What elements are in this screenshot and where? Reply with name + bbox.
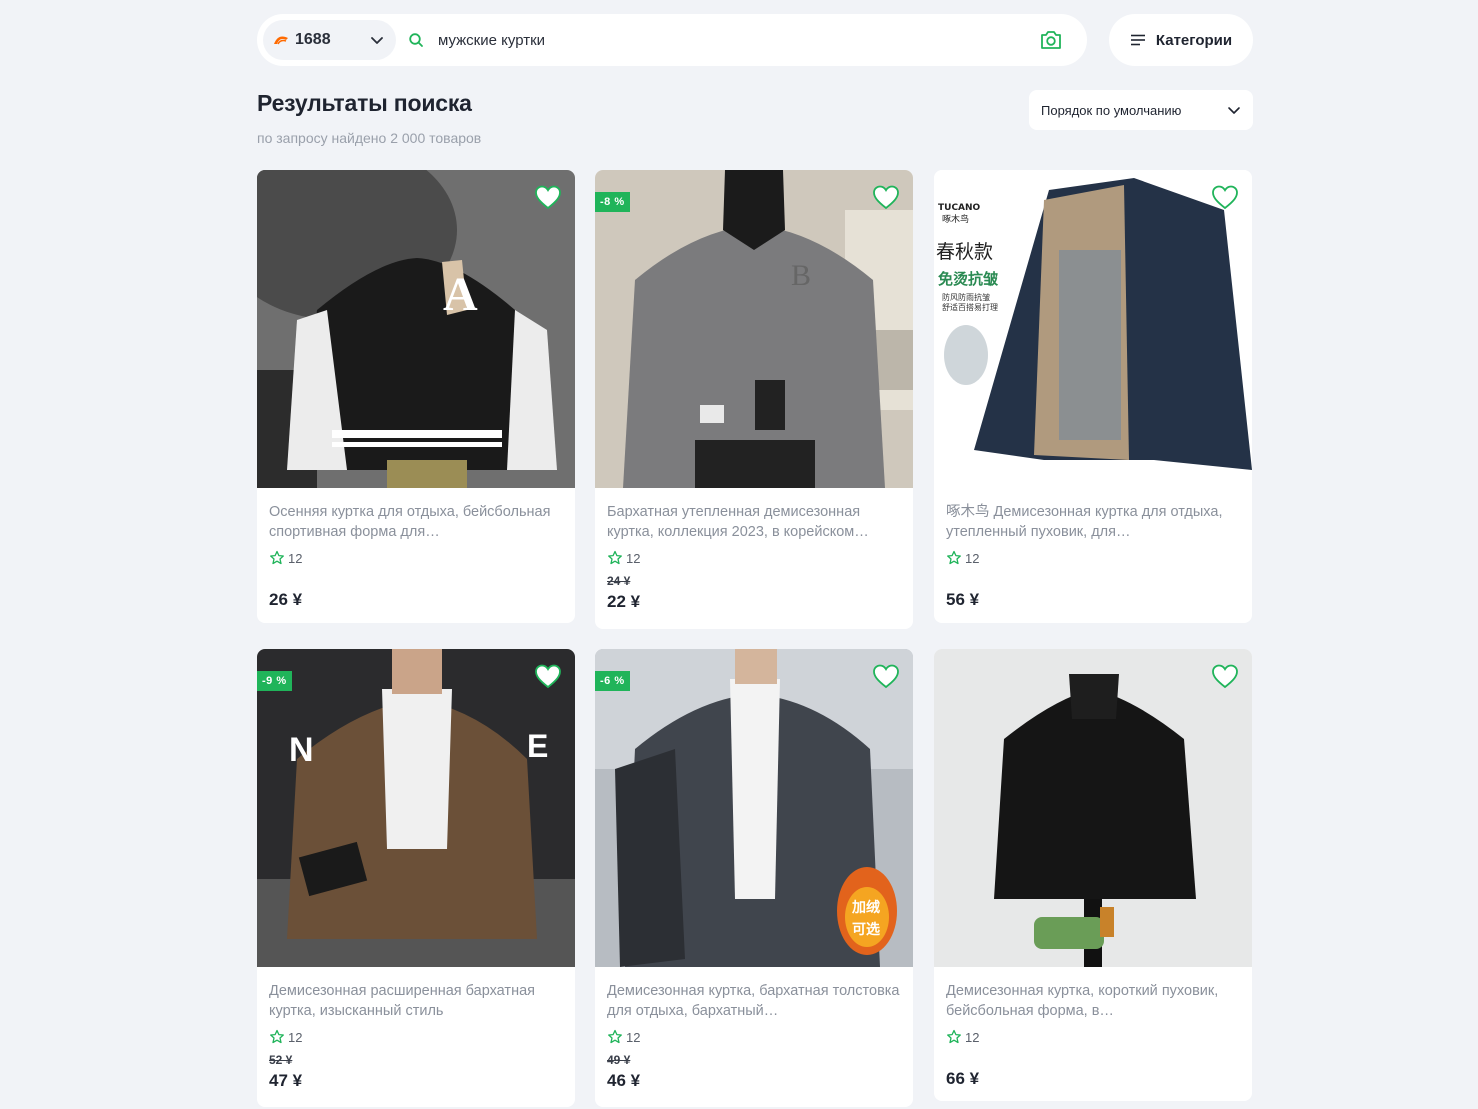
- product-card[interactable]: 加绒 可选 -6 % Демисезонная куртка, бархатна…: [595, 649, 913, 1107]
- product-photo: A: [257, 170, 575, 488]
- svg-text:B: B: [791, 259, 811, 292]
- product-rating: 12: [946, 550, 1240, 566]
- page-title: Результаты поиска: [257, 90, 472, 116]
- product-title: Бархатная утепленная демисезонная куртка…: [607, 504, 869, 540]
- star-icon: [608, 550, 622, 565]
- image-text-line5: 防风防雨抗皱: [942, 292, 990, 302]
- discount-badge: -9 %: [257, 671, 292, 691]
- heart-icon[interactable]: [1210, 182, 1240, 212]
- rating-value: 12: [965, 1029, 980, 1045]
- brand-text: TUCANO: [938, 203, 981, 213]
- image-text-line1: 春秋款: [936, 241, 993, 263]
- product-image: N E -9 %: [257, 649, 575, 967]
- product-card[interactable]: A Осенняя куртка для отдыха, бейсбольная…: [257, 170, 575, 623]
- svg-text:A: A: [443, 268, 478, 321]
- product-rating: 12: [607, 550, 901, 566]
- rating-value: 12: [965, 550, 980, 566]
- product-title: Демисезонная расширенная бархатная куртк…: [269, 983, 535, 1019]
- star-icon: [270, 1029, 284, 1044]
- product-photo: 加绒 可选: [595, 649, 913, 967]
- heart-icon[interactable]: [1210, 661, 1240, 691]
- categories-label: Категории: [1155, 31, 1233, 49]
- product-title: Демисезонная куртка, короткий пуховик, б…: [946, 983, 1219, 1019]
- image-badge-bottom: 可选: [852, 921, 880, 938]
- product-card[interactable]: TUCANO 啄木鸟 春秋款 免烫抗皱 防风防雨抗皱 舒适百搭易打理 啄木鸟 Д…: [934, 170, 1252, 623]
- product-photo: B: [595, 170, 913, 488]
- product-title: Осенняя куртка для отдыха, бейсбольная с…: [269, 504, 551, 540]
- product-rating: 12: [946, 1029, 1240, 1045]
- search-bar: 1688: [257, 14, 1087, 66]
- old-price: 49 ¥: [607, 1053, 631, 1067]
- product-image: [934, 649, 1252, 967]
- old-price: 52 ¥: [269, 1053, 293, 1067]
- image-text-line6: 舒适百搭易打理: [942, 302, 998, 312]
- image-search-button[interactable]: [1031, 20, 1071, 60]
- product-title: Демисезонная куртка, бархатная толстовка…: [607, 983, 900, 1019]
- product-price: 66 ¥: [946, 1069, 980, 1088]
- sort-label: Порядок по умолчанию: [1041, 102, 1182, 118]
- star-icon: [608, 1029, 622, 1044]
- product-image: A: [257, 170, 575, 488]
- alibaba-logo-icon: [274, 36, 288, 45]
- rating-value: 12: [288, 550, 303, 566]
- product-image: TUCANO 啄木鸟 春秋款 免烫抗皱 防风防雨抗皱 舒适百搭易打理: [934, 170, 1252, 488]
- search-input[interactable]: [438, 31, 1031, 49]
- product-image: B -8 %: [595, 170, 913, 488]
- product-price: 26 ¥: [269, 590, 303, 609]
- star-icon: [270, 550, 284, 565]
- product-price: 22 ¥: [607, 592, 641, 611]
- image-letter-left: N: [289, 731, 314, 769]
- rating-value: 12: [626, 550, 641, 566]
- rating-value: 12: [626, 1029, 641, 1045]
- categories-button[interactable]: Категории: [1109, 14, 1253, 66]
- product-photo: N E: [257, 649, 575, 967]
- camera-icon: [1041, 31, 1061, 49]
- chevron-down-icon: [371, 37, 383, 44]
- source-label: 1688: [295, 31, 331, 48]
- product-rating: 12: [269, 1029, 563, 1045]
- product-price: 46 ¥: [607, 1071, 641, 1090]
- product-title: 啄木鸟 Демисезонная куртка для отдыха, утеп…: [946, 504, 1223, 540]
- discount-badge: -8 %: [595, 192, 630, 212]
- brand-cn-text: 啄木鸟: [942, 213, 969, 225]
- discount-badge: -6 %: [595, 671, 630, 691]
- star-icon: [947, 550, 961, 565]
- product-card[interactable]: B -8 % Бархатная утепленная демисезонная…: [595, 170, 913, 629]
- product-card[interactable]: N E -9 % Демисезонная расширенная бархат…: [257, 649, 575, 1107]
- search-icon: [409, 33, 423, 47]
- product-rating: 12: [607, 1029, 901, 1045]
- results-count: по запросу найдено 2 000 товаров: [257, 130, 482, 146]
- sort-select[interactable]: Порядок по умолчанию: [1029, 90, 1253, 130]
- star-icon: [947, 1029, 961, 1044]
- image-letter-right: E: [527, 728, 548, 764]
- heart-icon[interactable]: [533, 182, 563, 212]
- product-price: 47 ¥: [269, 1071, 303, 1090]
- image-badge-top: 加绒: [851, 899, 880, 916]
- product-price: 56 ¥: [946, 590, 980, 609]
- heart-icon[interactable]: [871, 182, 901, 212]
- image-text-line2: 免烫抗皱: [938, 270, 999, 288]
- product-rating: 12: [269, 550, 563, 566]
- product-photo: TUCANO 啄木鸟 春秋款 免烫抗皱 防风防雨抗皱 舒适百搭易打理: [934, 170, 1252, 488]
- source-select[interactable]: 1688: [263, 20, 396, 60]
- heart-icon[interactable]: [533, 661, 563, 691]
- rating-value: 12: [288, 1029, 303, 1045]
- menu-icon: [1130, 34, 1145, 46]
- product-image: 加绒 可选 -6 %: [595, 649, 913, 967]
- old-price: 24 ¥: [607, 574, 631, 588]
- heart-icon[interactable]: [871, 661, 901, 691]
- product-photo: [934, 649, 1252, 967]
- product-card[interactable]: Демисезонная куртка, короткий пуховик, б…: [934, 649, 1252, 1101]
- chevron-down-icon: [1228, 107, 1240, 114]
